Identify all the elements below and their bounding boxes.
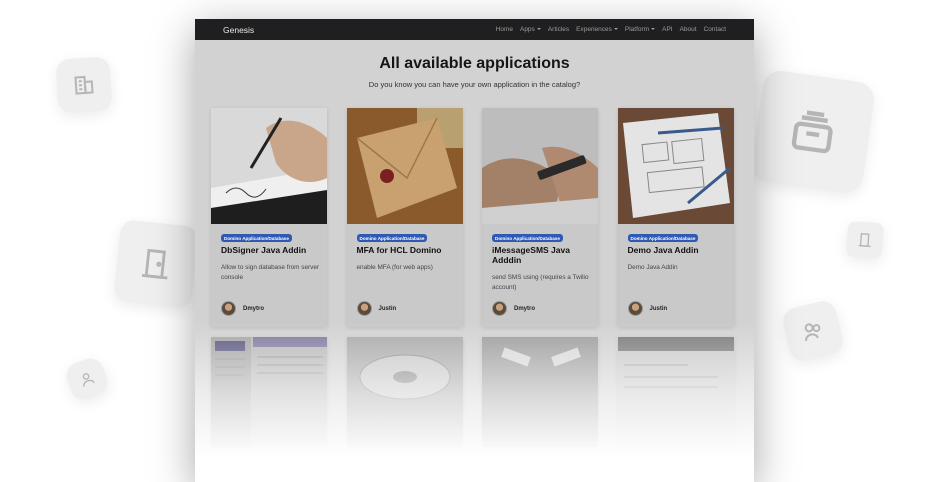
category-badge: Domino Application/Database: [221, 234, 292, 242]
nav-link-experiences-label: Experiences: [576, 26, 612, 33]
nav-link-home[interactable]: Home: [496, 26, 513, 33]
door-icon-tile: [112, 219, 200, 309]
page-subtitle: Do you know you can have your own applic…: [368, 80, 581, 89]
users-icon: [804, 323, 821, 342]
category-badge: Domino Application/Database: [356, 234, 428, 242]
hands-phone-illustration: [482, 108, 598, 224]
category-badge: Domino Application/Database: [627, 234, 699, 242]
card-author: Justin: [356, 301, 397, 316]
app-card-partial[interactable]: [617, 337, 734, 447]
avatar: [492, 301, 507, 316]
card-author: Justin: [627, 301, 668, 316]
nav-link-apps-label: Apps: [519, 26, 535, 33]
card-description: Demo Java Addin: [627, 264, 678, 271]
app-window: Genesis Home Apps Articles Experiences P…: [195, 19, 754, 482]
navbar: Genesis Home Apps Articles Experiences P…: [195, 19, 754, 40]
nav-link-api[interactable]: API: [662, 26, 672, 33]
door-icon: [858, 233, 871, 248]
user-icon: [82, 373, 95, 387]
card-description: send SMS using (requires a Twilio accoun…: [492, 274, 589, 291]
building-icon-tile: [55, 56, 113, 114]
folder-stack-icon: [791, 110, 833, 154]
stage: Genesis Home Apps Articles Experiences P…: [0, 0, 940, 482]
avatar: [221, 301, 236, 316]
nav-link-apps[interactable]: Apps: [520, 26, 541, 33]
card-image-signing: [211, 108, 327, 224]
card-image-sketch: [617, 108, 734, 224]
author-name[interactable]: Dmytro: [243, 306, 264, 312]
nav-link-about[interactable]: About: [680, 26, 697, 33]
author-name[interactable]: Justin: [379, 306, 397, 312]
wireframe-sketch-illustration: [617, 108, 734, 224]
nav-link-platform-label: Platform: [624, 26, 650, 33]
app-card[interactable]: Domino Application/Database DbSigner Jav…: [211, 108, 327, 327]
folder-stack-icon-tile: [749, 68, 877, 196]
card-author: Dmytro: [221, 301, 264, 316]
card-author: Dmytro: [492, 301, 535, 316]
nav-link-experiences[interactable]: Experiences: [576, 26, 618, 33]
nav-link-contact[interactable]: Contact: [704, 26, 726, 33]
door-small-icon-tile: [845, 220, 885, 260]
door-icon: [141, 248, 168, 280]
category-badge: Domino Application/Database: [492, 234, 563, 242]
nav-link-articles[interactable]: Articles: [548, 26, 569, 33]
card-image-absence-manager: [211, 337, 327, 447]
card-description: enable MFA (for web apps): [356, 264, 433, 271]
hero: All available applications Do you know y…: [195, 40, 754, 89]
brand-logo[interactable]: Genesis: [223, 25, 254, 35]
author-name[interactable]: Justin: [650, 306, 668, 312]
card-title[interactable]: DbSigner Java Addin: [221, 245, 321, 255]
card-image-cameras: [482, 337, 598, 447]
app-grid: Domino Application/Database DbSigner Jav…: [211, 108, 734, 447]
avatar: [627, 301, 643, 316]
card-image-hard-drive: [346, 337, 463, 447]
card-image-phone: [482, 108, 598, 224]
card-title[interactable]: iMessageSMS Java Adddin: [492, 245, 592, 265]
hand-signing-illustration: [211, 108, 327, 224]
nav-link-platform[interactable]: Platform: [625, 26, 655, 33]
sealed-envelope-illustration: [346, 108, 463, 224]
nav-links: Home Apps Articles Experiences Platform …: [496, 26, 726, 33]
user-icon-tile: [62, 354, 112, 404]
app-card-partial[interactable]: [211, 337, 327, 447]
app-card-partial[interactable]: [482, 337, 598, 447]
card-image-web-page: [617, 337, 734, 447]
users-icon-tile: [780, 298, 846, 364]
card-image-envelope: [346, 108, 463, 224]
app-card-partial[interactable]: [346, 337, 463, 447]
card-title[interactable]: MFA for HCL Domino: [357, 245, 457, 255]
building-icon: [74, 75, 94, 95]
app-card[interactable]: Domino Application/Database MFA for HCL …: [346, 108, 463, 327]
card-title[interactable]: Demo Java Addin: [628, 245, 728, 255]
app-card[interactable]: Domino Application/Database Demo Java Ad…: [617, 108, 734, 327]
card-description: Allow to sign database from server conso…: [221, 264, 320, 281]
avatar: [356, 301, 372, 316]
author-name[interactable]: Dmytro: [514, 306, 535, 312]
app-card[interactable]: Domino Application/Database iMessageSMS …: [482, 108, 598, 327]
page-title: All available applications: [379, 55, 570, 72]
